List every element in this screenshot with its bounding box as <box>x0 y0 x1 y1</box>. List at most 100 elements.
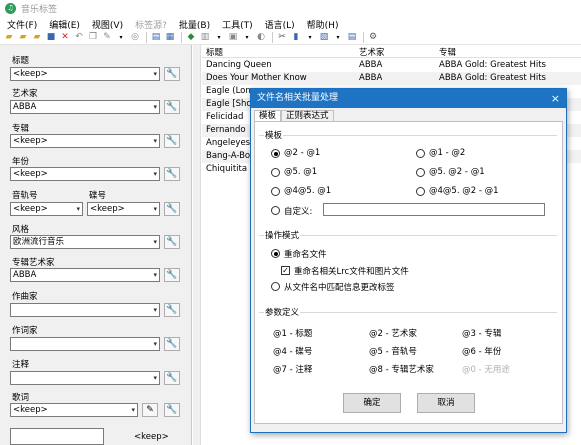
composer-wrench-button[interactable]: 🔧 <box>164 303 180 317</box>
template-option-label: @5. @1 <box>284 167 318 177</box>
panel-scrollbar[interactable] <box>193 45 201 445</box>
artist-wrench-button[interactable]: 🔧 <box>164 100 180 114</box>
dropdown-icon[interactable]: ▾ <box>213 32 225 43</box>
field-label-comment: 注释 <box>12 360 30 370</box>
radio-template-custom[interactable] <box>271 206 280 215</box>
radio-mode-tag[interactable] <box>271 282 280 291</box>
menu-language[interactable]: 语言(L) <box>258 18 300 31</box>
cell-album: ABBA Gold: Greatest Hits <box>439 60 546 70</box>
album-artist-wrench-button[interactable]: 🔧 <box>164 268 180 282</box>
menu-tools[interactable]: 工具(T) <box>215 18 258 31</box>
radio-template-3[interactable] <box>416 168 425 177</box>
tag-icon[interactable]: ✎ <box>101 32 113 43</box>
lyrics-wrench-button[interactable]: 🔧 <box>164 403 180 417</box>
comment-wrench-button[interactable]: 🔧 <box>164 371 180 385</box>
lyrics-combo[interactable]: <keep> ▾ <box>10 403 138 417</box>
menu-file[interactable]: 文件(F) <box>0 18 42 31</box>
lyrics-edit-button[interactable]: ✎ <box>142 403 158 417</box>
panel-left-icon[interactable]: ▤ <box>150 32 162 43</box>
title-combo[interactable]: <keep> ▾ <box>10 67 160 81</box>
zoom-icon[interactable]: ◎ <box>129 32 141 43</box>
radio-mode-rename[interactable] <box>271 249 280 258</box>
track-wrench-button[interactable]: 🔧 <box>164 202 180 216</box>
genre-combo[interactable]: 欧洲流行音乐 ▾ <box>10 235 160 249</box>
cover-art-box[interactable] <box>10 428 104 445</box>
radio-template-5[interactable] <box>416 187 425 196</box>
cell-title: Felicidad <box>206 112 244 122</box>
cancel-button[interactable]: 取消 <box>417 393 475 413</box>
close-icon[interactable]: × <box>551 89 560 108</box>
web-icon[interactable]: ◐ <box>255 32 267 43</box>
param-item: @7 - 注释 <box>273 365 313 375</box>
export-icon[interactable]: ▤ <box>346 32 358 43</box>
param-item: @1 - 标题 <box>273 329 313 339</box>
image-icon[interactable]: ▧ <box>318 32 330 43</box>
settings-icon[interactable]: ⚙ <box>367 32 379 43</box>
table-row[interactable]: Does Your Mother Know ABBA ABBA Gold: Grea… <box>202 72 581 85</box>
param-item: @8 - 专辑艺术家 <box>369 365 434 375</box>
copy-icon[interactable]: ❐ <box>87 32 99 43</box>
undo-icon[interactable]: ↶ <box>73 32 85 43</box>
menu-help[interactable]: 帮助(H) <box>300 18 344 31</box>
toolbar-separator <box>181 32 182 43</box>
custom-template-input[interactable] <box>323 203 545 216</box>
refresh-icon[interactable]: ◆ <box>185 32 197 43</box>
column-title[interactable]: 标题 <box>206 46 223 58</box>
wrench-icon: 🔧 <box>166 305 178 315</box>
radio-template-0[interactable] <box>271 149 280 158</box>
convert-icon[interactable]: ▣ <box>227 32 239 43</box>
menu-view[interactable]: 视图(V) <box>85 18 128 31</box>
comment-combo[interactable]: ▾ <box>10 371 160 385</box>
column-artist[interactable]: 艺术家 <box>359 46 385 58</box>
panel-grid-icon[interactable]: ▦ <box>164 32 176 43</box>
album-combo[interactable]: <keep> ▾ <box>10 134 160 148</box>
delete-icon[interactable]: ✕ <box>59 32 71 43</box>
list-icon[interactable]: ▥ <box>199 32 211 43</box>
lyricist-combo[interactable]: ▾ <box>10 337 160 351</box>
radio-template-1[interactable] <box>416 149 425 158</box>
groupbox-border <box>259 312 557 313</box>
title-wrench-button[interactable]: 🔧 <box>164 67 180 81</box>
folder-icon[interactable]: ▰ <box>31 32 43 43</box>
album-value: <keep> <box>13 136 48 146</box>
table-row[interactable]: Dancing Queen ABBA ABBA Gold: Greatest Hit… <box>202 59 581 72</box>
dropdown-icon[interactable]: ▾ <box>332 32 344 43</box>
checkbox-rename-lrc[interactable]: ✓ <box>281 266 290 275</box>
menu-edit[interactable]: 编辑(E) <box>42 18 85 31</box>
radio-template-2[interactable] <box>271 168 280 177</box>
cell-title: Eagle [Short V <box>206 99 250 109</box>
title-bar: ♫ 音乐标签 <box>0 0 581 17</box>
radio-template-4[interactable] <box>271 187 280 196</box>
file-icon[interactable]: ▮ <box>290 32 302 43</box>
year-combo[interactable]: <keep> ▾ <box>10 167 160 181</box>
dropdown-icon[interactable]: ▾ <box>115 32 127 43</box>
album-wrench-button[interactable]: 🔧 <box>164 134 180 148</box>
artist-combo[interactable]: ABBA ▾ <box>10 100 160 114</box>
composer-combo[interactable]: ▾ <box>10 303 160 317</box>
menu-batch[interactable]: 批量(B) <box>172 18 215 31</box>
save-icon[interactable]: ■ <box>45 32 57 43</box>
disc-combo[interactable]: <keep> ▾ <box>87 202 160 216</box>
folder-add-icon[interactable]: ▰ <box>17 32 29 43</box>
dropdown-icon[interactable]: ▾ <box>304 32 316 43</box>
tools-icon[interactable]: ✂ <box>276 32 288 43</box>
menu-tag-source[interactable]: 标签源? <box>128 18 172 31</box>
ok-button[interactable]: 确定 <box>343 393 401 413</box>
cover-art-value: <keep> <box>134 432 169 442</box>
lyricist-wrench-button[interactable]: 🔧 <box>164 337 180 351</box>
album-artist-combo[interactable]: ABBA ▾ <box>10 268 160 282</box>
track-combo[interactable]: <keep> ▾ <box>10 202 83 216</box>
folder-open-icon[interactable]: ▰ <box>3 32 15 43</box>
lyrics-value: <keep> <box>13 405 48 415</box>
groupbox-border <box>259 135 557 136</box>
template-tab-pane: 模板 @2 - @1 @1 - @2 @5. @1 @5. @2 - @1 @4… <box>254 121 563 424</box>
template-group-title: 模板 <box>264 129 284 141</box>
toolbar-separator <box>272 32 273 43</box>
chevron-down-icon: ▾ <box>131 406 135 414</box>
column-album[interactable]: 专辑 <box>439 46 456 58</box>
toolbar-separator <box>363 32 364 43</box>
genre-wrench-button[interactable]: 🔧 <box>164 235 180 249</box>
dropdown-icon[interactable]: ▾ <box>241 32 253 43</box>
year-wrench-button[interactable]: 🔧 <box>164 167 180 181</box>
wrench-icon: 🔧 <box>166 270 178 280</box>
